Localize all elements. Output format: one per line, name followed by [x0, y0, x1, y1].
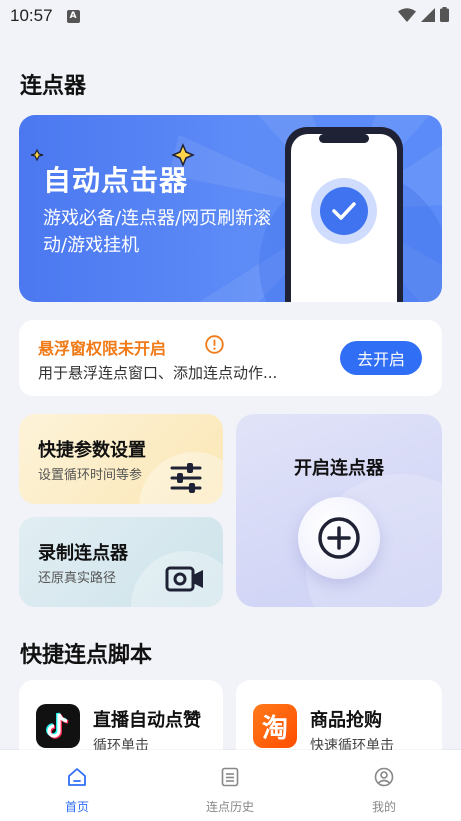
start-clicker-card[interactable]: 开启连点器: [236, 414, 442, 607]
taobao-icon-glyph: 淘: [261, 713, 288, 744]
banner-subtitle: 游戏必备/连点器/网页刷新滚动/游戏挂机: [43, 208, 272, 256]
quick-settings-title: 快捷参数设置: [38, 440, 146, 461]
quick-settings-card[interactable]: 快捷参数设置 设置循环时间等参: [19, 414, 223, 504]
permission-title: 悬浮窗权限未开启: [38, 339, 167, 358]
scripts-section-title: 快捷连点脚本: [20, 643, 153, 668]
wifi-icon: [398, 7, 416, 22]
signal-icon: [421, 7, 435, 22]
status-bar: 10:57 A: [0, 0, 461, 32]
status-indicators: [398, 7, 449, 22]
video-camera-icon: [165, 566, 203, 592]
permission-description: 用于悬浮连点窗口、添加连点动作...: [38, 364, 278, 382]
start-clicker-title: 开启连点器: [294, 458, 384, 479]
warning-icon: [205, 335, 224, 354]
nav-item-profile[interactable]: 我的: [307, 750, 461, 821]
battery-icon: [440, 7, 449, 22]
record-clicker-card[interactable]: 录制连点器 还原真实路径: [19, 517, 223, 607]
enable-permission-button[interactable]: 去开启: [340, 341, 422, 375]
record-clicker-subtitle: 还原真实路径: [38, 571, 117, 586]
nav-label: 连点历史: [205, 800, 254, 814]
script-title: 直播自动点赞: [93, 710, 201, 731]
permission-card: 悬浮窗权限未开启 用于悬浮连点窗口、添加连点动作... 去开启: [19, 320, 442, 396]
quick-settings-subtitle: 设置循环时间等参: [38, 468, 143, 483]
profile-icon: [374, 767, 394, 787]
nav-item-history[interactable]: 连点历史: [153, 750, 307, 821]
record-clicker-title: 录制连点器: [38, 543, 128, 564]
tiktok-icon: [36, 704, 80, 748]
notification-a-icon: A: [66, 9, 80, 23]
home-icon: [68, 768, 86, 786]
script-title: 商品抢购: [310, 710, 382, 731]
plus-circle-icon: [318, 517, 360, 559]
status-time: 10:57: [10, 6, 53, 25]
start-clicker-button[interactable]: [298, 497, 380, 579]
nav-label: 我的: [371, 800, 396, 814]
bottom-navigation: 首页 连点历史 我的: [0, 750, 461, 821]
list-icon: [221, 767, 239, 787]
banner-title: 自动点击器: [43, 164, 189, 197]
taobao-icon: 淘: [253, 704, 297, 748]
promo-banner[interactable]: 自动点击器 游戏必备/连点器/网页刷新滚动/游戏挂机: [19, 115, 442, 302]
sliders-icon: [170, 463, 202, 493]
page-title: 连点器: [20, 74, 87, 99]
nav-label: 首页: [64, 800, 89, 814]
nav-item-home[interactable]: 首页: [0, 750, 154, 821]
